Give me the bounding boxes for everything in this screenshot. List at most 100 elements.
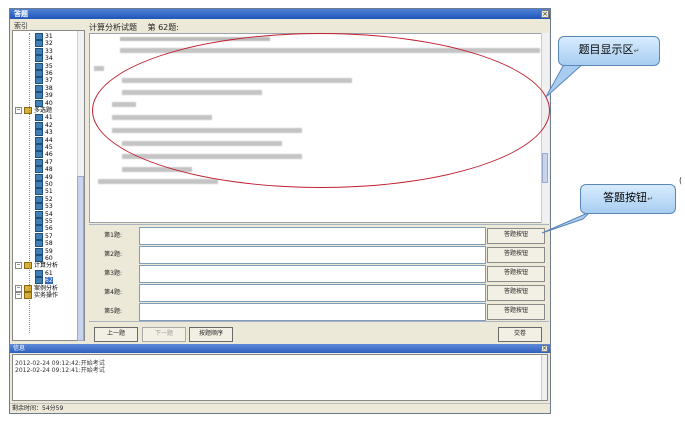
tree-item[interactable]: 48	[35, 166, 53, 174]
question-icon	[35, 70, 43, 77]
question-area-highlight	[92, 33, 550, 188]
answer-button[interactable]: 答题按钮	[487, 285, 545, 301]
tree-item[interactable]: 62	[35, 277, 53, 285]
tree-item[interactable]: 41	[35, 114, 53, 122]
tree-item[interactable]: 45	[35, 144, 53, 151]
tree-item[interactable]: 36	[35, 70, 53, 77]
tree-item[interactable]: 32	[35, 40, 53, 48]
tree-item[interactable]: 43	[35, 129, 53, 137]
tree-item-label: 61	[45, 269, 53, 277]
question-icon	[35, 269, 43, 277]
prev-button[interactable]: 上一题	[94, 327, 138, 342]
tree-folder[interactable]: − 实务操作	[15, 292, 58, 299]
tree-item-label: 50	[45, 181, 53, 188]
tree-item-label: 案例分析	[34, 284, 59, 292]
divider	[89, 224, 549, 225]
answer-field[interactable]	[139, 284, 486, 302]
question-icon	[35, 181, 43, 188]
tree-item[interactable]: 35	[35, 62, 53, 70]
log-line: 2012-02-24 09:12:41:开始考试	[15, 367, 105, 374]
tree-item[interactable]: 54	[35, 210, 53, 218]
expand-icon[interactable]: −	[15, 292, 22, 299]
tree-item[interactable]: 59	[35, 247, 53, 255]
window-close-icon[interactable]: ×	[541, 10, 549, 18]
tree-folder[interactable]: − 多选题	[15, 107, 52, 114]
tree-item-label: 56	[45, 225, 53, 233]
tree-connector	[29, 33, 30, 333]
tree-item[interactable]: 53	[35, 203, 53, 211]
order-button[interactable]: 按题顺序	[189, 327, 233, 342]
log-panel: 2012-02-24 09:12:42:开始考试 2012-02-24 09:1…	[12, 354, 548, 401]
question-icon	[35, 129, 43, 137]
callout-display-area: 题目显示区↵	[558, 36, 660, 66]
tree-item[interactable]: 57	[35, 232, 53, 240]
tree-item[interactable]: 37	[35, 77, 53, 85]
tree-item-label: 31	[45, 33, 53, 40]
content-scroll-thumb[interactable]	[542, 153, 548, 183]
tree-item[interactable]: 34	[35, 55, 53, 63]
tree-item[interactable]: 52	[35, 195, 53, 203]
question-tree: 31 32 33 34 35 36 37 38 39 40 − 多选题 41 42 43 44 45 46 47 48…	[12, 30, 85, 341]
question-icon	[35, 55, 43, 63]
tree-item-label: 40	[45, 99, 53, 107]
answer-field[interactable]	[139, 303, 486, 321]
expand-icon[interactable]: −	[15, 262, 22, 270]
tree-item[interactable]: 44	[35, 136, 53, 144]
tree-item[interactable]: 42	[35, 121, 53, 129]
next-button[interactable]: 下一题	[142, 327, 186, 342]
tree-item-label: 41	[45, 114, 53, 122]
tree-item[interactable]: 58	[35, 240, 53, 248]
callout-answer-button: 答题按钮↵	[580, 184, 676, 214]
answer-button[interactable]: 答题按钮	[487, 266, 545, 282]
tree-item-label: 34	[45, 55, 53, 63]
tree-item-label: 46	[45, 151, 53, 159]
expand-icon[interactable]: −	[15, 284, 22, 292]
answer-button[interactable]: 答题按钮	[487, 304, 545, 320]
tree-item-label: 33	[45, 47, 53, 55]
question-header: 计算分析试题 第 62题:	[89, 22, 549, 33]
tree-item[interactable]: 38	[35, 84, 53, 92]
question-icon	[35, 247, 43, 255]
tree-item-label: 57	[45, 232, 53, 240]
blurred-text	[94, 66, 104, 71]
answer-field[interactable]	[139, 265, 486, 283]
tree-item-label: 48	[45, 166, 53, 174]
tree-item-label: 49	[45, 173, 53, 181]
tree-item[interactable]: 60	[35, 255, 53, 262]
log-scrollbar[interactable]	[541, 355, 547, 400]
tree-item-label: 42	[45, 121, 53, 129]
question-icon	[35, 136, 43, 144]
tree-folder[interactable]: − 案例分析	[15, 284, 59, 292]
tree-item[interactable]: 47	[35, 158, 53, 166]
question-icon	[35, 47, 43, 55]
answer-field[interactable]	[139, 246, 486, 264]
tree-item[interactable]: 40	[35, 99, 53, 107]
tree-item-label: 39	[45, 92, 53, 100]
answer-button[interactable]: 答题按钮	[487, 228, 545, 244]
tree-item[interactable]: 61	[35, 269, 53, 277]
answer-label: 第2题:	[104, 251, 122, 258]
tree-item[interactable]: 39	[35, 92, 53, 100]
tree-item[interactable]: 56	[35, 225, 53, 233]
tree-item[interactable]: 50	[35, 181, 53, 188]
expand-icon[interactable]: −	[15, 107, 22, 114]
submit-button[interactable]: 交卷	[498, 327, 542, 342]
tree-scroll-thumb[interactable]	[77, 176, 84, 341]
folder-icon	[24, 292, 32, 299]
log-close-icon[interactable]: ×	[541, 345, 548, 352]
answer-field[interactable]	[139, 227, 486, 245]
answer-label: 第5题:	[104, 308, 122, 315]
log-title: 信息	[10, 344, 550, 353]
tree-item[interactable]: 33	[35, 47, 53, 55]
answer-button[interactable]: 答题按钮	[487, 247, 545, 263]
tree-item-label: 32	[45, 40, 53, 48]
tree-item[interactable]: 31	[35, 33, 53, 40]
tree-item[interactable]: 51	[35, 188, 53, 196]
tree-item[interactable]: 55	[35, 218, 53, 225]
answer-label: 第1题:	[104, 232, 122, 239]
tree-item-label: 59	[45, 247, 53, 255]
question-icon	[35, 84, 43, 92]
tree-folder[interactable]: − 计算分析	[15, 262, 58, 270]
tree-item[interactable]: 46	[35, 151, 53, 159]
tree-item[interactable]: 49	[35, 173, 53, 181]
